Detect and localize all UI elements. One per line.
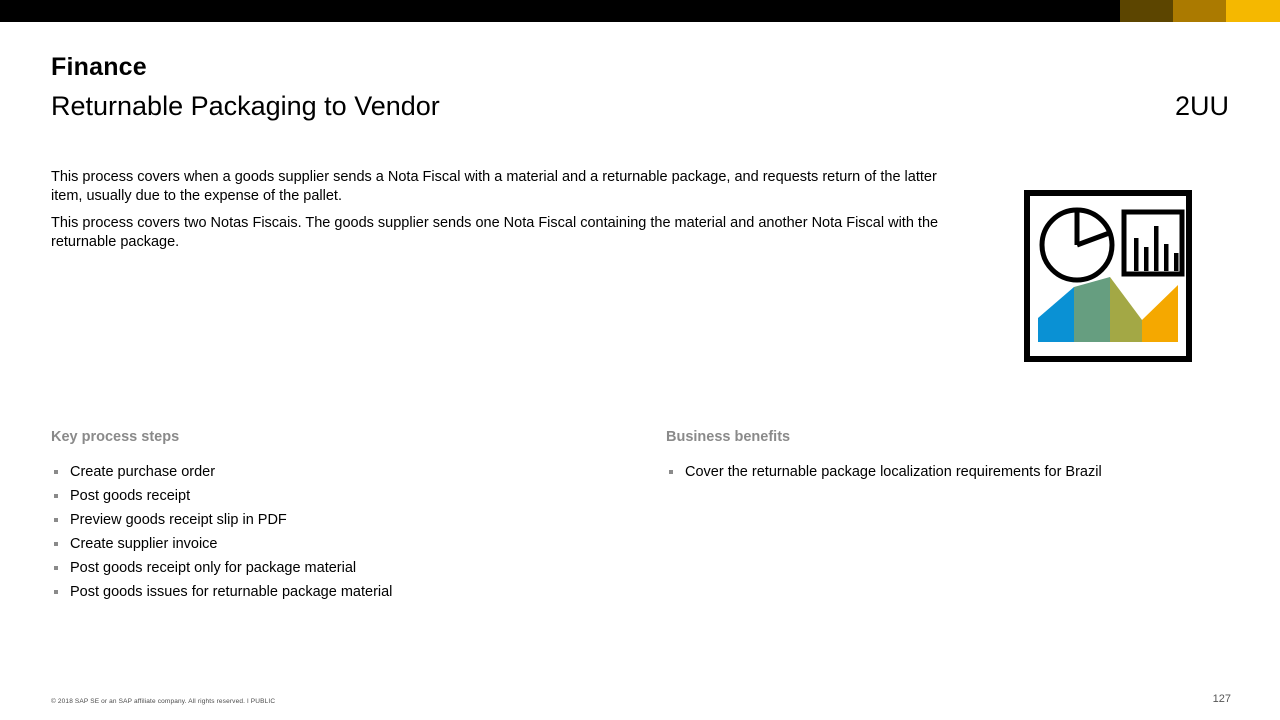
page-title: Returnable Packaging to Vendor [51, 91, 440, 121]
list-item: Cover the returnable package localizatio… [666, 460, 1226, 484]
slide-footer: © 2018 SAP SE or an SAP affiliate compan… [51, 693, 1231, 706]
list-item: Post goods issues for returnable package… [51, 580, 666, 604]
list-item: Create purchase order [51, 460, 666, 484]
topbar-segment-olive [1120, 0, 1173, 22]
description-paragraph-1: This process covers when a goods supplie… [51, 169, 937, 204]
page-number: 127 [1212, 693, 1231, 705]
business-benefits-column: Business benefits Cover the returnable p… [666, 428, 1226, 604]
title-row: Returnable Packaging to Vendor 2UU [51, 90, 1229, 122]
top-color-bar [0, 0, 1280, 22]
content-columns: Key process steps Create purchase order … [51, 428, 1231, 604]
list-item: Preview goods receipt slip in PDF [51, 508, 666, 532]
key-process-steps-column: Key process steps Create purchase order … [51, 428, 666, 604]
slide-header: Finance Returnable Packaging to Vendor 2… [51, 52, 1229, 122]
list-item: Post goods receipt [51, 484, 666, 508]
business-benefits-list: Cover the returnable package localizatio… [666, 460, 1226, 484]
scope-item-id: 2UU [1174, 91, 1229, 121]
key-process-steps-heading: Key process steps [51, 429, 180, 445]
list-item: Post goods receipt only for package mate… [51, 556, 666, 580]
description-paragraph-2: This process covers two Notas Fiscais. T… [51, 215, 939, 250]
topbar-segment-amber [1226, 0, 1280, 22]
list-item: Create supplier invoice [51, 532, 666, 556]
key-process-steps-list: Create purchase order Post goods receipt… [51, 460, 666, 604]
copyright-notice: © 2018 SAP SE or an SAP affiliate compan… [51, 698, 276, 705]
category-label: Finance [51, 53, 147, 81]
business-benefits-heading: Business benefits [666, 429, 791, 445]
topbar-segment-black [0, 0, 1120, 22]
analytics-charts-icon [1024, 190, 1192, 362]
topbar-segment-gold [1173, 0, 1226, 22]
process-description: This process covers when a goods supplie… [51, 168, 971, 260]
